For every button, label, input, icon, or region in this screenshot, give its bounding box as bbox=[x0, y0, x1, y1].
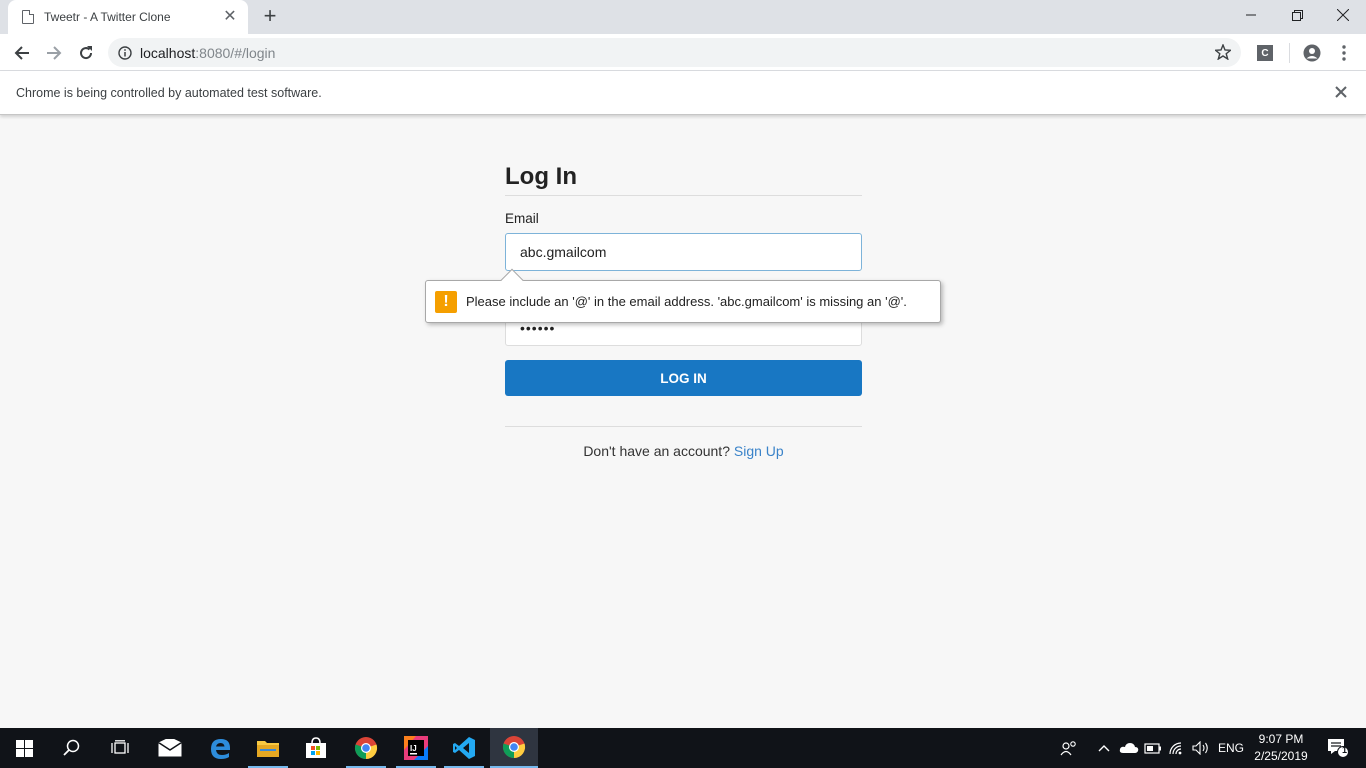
store-bag-icon bbox=[306, 737, 326, 758]
tab-close-icon[interactable]: ✕ bbox=[222, 9, 238, 25]
restore-button[interactable] bbox=[1274, 0, 1320, 30]
windows-taskbar: IJ ENG 9:07 PM 2/25/2019 1 bbox=[0, 728, 1366, 768]
start-button[interactable] bbox=[0, 728, 48, 768]
tab-strip: Tweetr - A Twitter Clone ✕ + bbox=[0, 0, 1366, 34]
validation-tooltip: ! Please include an '@' in the email add… bbox=[425, 268, 941, 323]
battery-icon bbox=[1144, 743, 1161, 754]
people-icon bbox=[1060, 741, 1076, 756]
wifi-icon bbox=[1169, 742, 1182, 755]
restore-icon bbox=[1291, 9, 1303, 21]
infobar-close-icon[interactable] bbox=[1332, 83, 1350, 101]
signup-prompt: Don't have an account? Sign Up bbox=[505, 443, 862, 459]
search-button[interactable] bbox=[48, 728, 96, 768]
extension-button[interactable]: C bbox=[1251, 39, 1279, 67]
chrome-icon bbox=[502, 736, 526, 759]
reload-button[interactable] bbox=[72, 39, 100, 67]
tooltip-arrow bbox=[500, 268, 524, 292]
speaker-icon bbox=[1192, 741, 1208, 755]
battery-button[interactable] bbox=[1142, 728, 1164, 768]
chrome-icon bbox=[354, 737, 378, 760]
people-button[interactable] bbox=[1056, 728, 1082, 768]
email-label: Email bbox=[505, 211, 539, 226]
minimize-button[interactable] bbox=[1228, 0, 1274, 30]
intellij-icon: IJ bbox=[404, 736, 428, 760]
taskbar-chrome[interactable] bbox=[342, 728, 390, 768]
folder-icon bbox=[257, 741, 279, 757]
forward-arrow-icon bbox=[47, 46, 62, 60]
action-center-button[interactable]: 1 bbox=[1318, 728, 1358, 768]
validation-message: Please include an '@' in the email addre… bbox=[466, 294, 907, 309]
browser-toolbar: localhost:8080/#/login C bbox=[0, 34, 1366, 71]
clock-date: 2/25/2019 bbox=[1254, 749, 1308, 763]
form-divider bbox=[505, 426, 862, 427]
close-window-button[interactable] bbox=[1320, 0, 1366, 30]
task-view-icon bbox=[111, 740, 129, 754]
input-language-button[interactable]: ENG bbox=[1214, 728, 1248, 768]
show-hidden-icons-button[interactable] bbox=[1094, 728, 1114, 768]
wifi-button[interactable] bbox=[1166, 728, 1188, 768]
toolbar-divider bbox=[1289, 43, 1290, 63]
mail-icon bbox=[158, 739, 182, 757]
task-view-button[interactable] bbox=[96, 728, 144, 768]
extension-icon: C bbox=[1257, 45, 1273, 61]
taskbar-edge[interactable] bbox=[196, 728, 244, 768]
email-field[interactable] bbox=[505, 233, 862, 271]
volume-button[interactable] bbox=[1190, 728, 1212, 768]
forward-button[interactable] bbox=[40, 39, 68, 67]
taskbar-mail[interactable] bbox=[146, 728, 194, 768]
cloud-icon bbox=[1119, 743, 1139, 753]
bookmark-star-icon[interactable] bbox=[1215, 44, 1231, 60]
reload-icon bbox=[80, 46, 93, 60]
login-button[interactable]: LOG IN bbox=[505, 360, 862, 396]
clock-button[interactable]: 9:07 PM 2/25/2019 bbox=[1250, 731, 1312, 765]
chevron-up-icon bbox=[1098, 745, 1110, 752]
profile-button[interactable] bbox=[1298, 39, 1326, 67]
taskbar-store[interactable] bbox=[292, 728, 340, 768]
back-arrow-icon bbox=[14, 46, 29, 60]
taskbar-chrome-active[interactable] bbox=[490, 728, 538, 768]
infobar-message: Chrome is being controlled by automated … bbox=[16, 85, 322, 100]
info-icon bbox=[118, 45, 132, 60]
onedrive-button[interactable] bbox=[1118, 728, 1140, 768]
vscode-icon bbox=[453, 737, 475, 759]
page-icon bbox=[22, 10, 34, 24]
edge-icon bbox=[211, 739, 230, 759]
clock-time: 9:07 PM bbox=[1258, 732, 1304, 746]
taskbar-intellij[interactable]: IJ bbox=[392, 728, 440, 768]
signup-link[interactable]: Sign Up bbox=[734, 443, 784, 459]
new-tab-button[interactable]: + bbox=[258, 5, 282, 29]
browser-tab[interactable]: Tweetr - A Twitter Clone ✕ bbox=[8, 0, 248, 34]
login-form: Log In Email •••••• LOG IN Don't have an… bbox=[505, 160, 862, 459]
back-button[interactable] bbox=[8, 39, 36, 67]
minimize-icon bbox=[1246, 14, 1256, 16]
taskbar-file-explorer[interactable] bbox=[244, 728, 292, 768]
url-text: localhost:8080/#/login bbox=[140, 44, 276, 61]
menu-button[interactable] bbox=[1330, 39, 1358, 67]
svg-text:IJ: IJ bbox=[410, 744, 417, 753]
taskbar-vscode[interactable] bbox=[440, 728, 488, 768]
tab-title: Tweetr - A Twitter Clone bbox=[44, 10, 171, 24]
address-bar[interactable]: localhost:8080/#/login bbox=[108, 38, 1241, 67]
automation-infobar: Chrome is being controlled by automated … bbox=[0, 71, 1366, 115]
notification-count: 1 bbox=[1342, 745, 1348, 755]
windows-logo-icon bbox=[15, 739, 33, 757]
search-icon bbox=[63, 739, 80, 756]
page-title: Log In bbox=[505, 160, 862, 196]
warning-icon: ! bbox=[435, 290, 457, 313]
kebab-menu-icon bbox=[1342, 45, 1346, 61]
close-icon bbox=[1337, 9, 1349, 21]
account-icon bbox=[1303, 44, 1321, 62]
signup-prompt-text: Don't have an account? bbox=[583, 443, 730, 459]
